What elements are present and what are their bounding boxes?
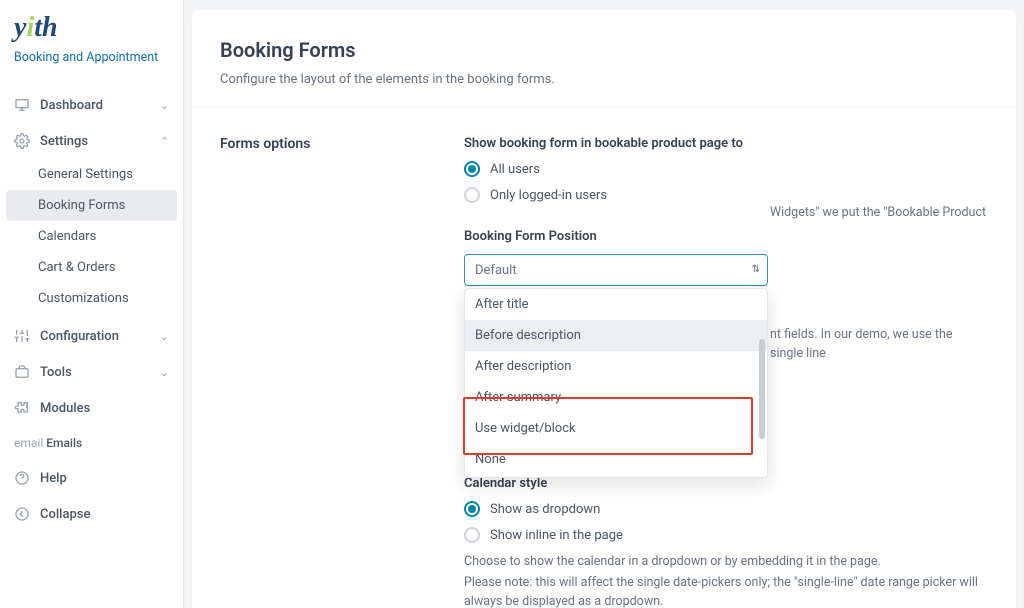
card-body: Forms options Show booking form in booka… xyxy=(192,108,1016,608)
field-calendar-style: Calendar style Show as dropdown Show inl… xyxy=(464,476,988,608)
position-select[interactable]: Default ⇅ After title Before description… xyxy=(464,254,768,286)
brand: yith Booking and Appointment xyxy=(0,14,183,79)
settings-subnav: General Settings Booking Forms Calendars… xyxy=(0,159,183,314)
sidebar: yith Booking and Appointment Dashboard ⌄… xyxy=(0,0,184,608)
monitor-icon xyxy=(14,97,30,113)
subnav-general-settings[interactable]: General Settings xyxy=(0,159,183,190)
select-box[interactable]: Default ⇅ xyxy=(464,254,768,286)
gear-icon xyxy=(14,133,30,149)
nav-dashboard[interactable]: Dashboard ⌄ xyxy=(0,87,183,123)
settings-card: Booking Forms Configure the layout of th… xyxy=(192,10,1016,608)
chevron-down-icon: ⌄ xyxy=(160,99,169,112)
nav: Dashboard ⌄ Settings ⌃ General Settings … xyxy=(0,87,183,532)
card-header: Booking Forms Configure the layout of th… xyxy=(192,10,1016,108)
nav-emails[interactable]: email Emails xyxy=(0,426,183,460)
section-title: Forms options xyxy=(220,136,440,152)
sliders-icon xyxy=(14,328,30,344)
dropdown-scrollbar[interactable] xyxy=(759,339,765,439)
subnav-calendars[interactable]: Calendars xyxy=(0,221,183,252)
field-show-form: Show booking form in bookable product pa… xyxy=(464,136,988,203)
subnav-customizations[interactable]: Customizations xyxy=(0,283,183,314)
nav-collapse[interactable]: Collapse xyxy=(0,496,183,532)
help-text-fragment: Widgets" we put the "Bookable Product xyxy=(770,204,986,223)
field-label: Show booking form in bookable product pa… xyxy=(464,136,988,151)
select-caret-icon: ⇅ xyxy=(752,265,760,275)
nav-help[interactable]: Help xyxy=(0,460,183,496)
radio-show-inline[interactable]: Show inline in the page xyxy=(464,527,988,543)
help-icon xyxy=(14,470,30,486)
radio-all-users[interactable]: All users xyxy=(464,161,988,177)
radio-icon xyxy=(464,187,480,203)
brand-logo: yith xyxy=(14,14,169,42)
nav-modules[interactable]: Modules xyxy=(0,390,183,426)
subnav-cart-orders[interactable]: Cart & Orders xyxy=(0,252,183,283)
main: Booking Forms Configure the layout of th… xyxy=(184,0,1024,608)
field-position: Booking Form Position Default ⇅ After ti… xyxy=(464,229,988,286)
nav-tools[interactable]: Tools ⌄ xyxy=(0,354,183,390)
brand-subtitle: Booking and Appointment xyxy=(14,50,169,65)
radio-show-dropdown[interactable]: Show as dropdown xyxy=(464,501,988,517)
page-title: Booking Forms xyxy=(220,38,988,62)
nav-settings[interactable]: Settings ⌃ xyxy=(0,123,183,159)
page-description: Configure the layout of the elements in … xyxy=(220,72,988,87)
field-label: Calendar style xyxy=(464,476,988,491)
dd-use-widget[interactable]: Use widget/block xyxy=(465,413,767,444)
briefcase-icon xyxy=(14,364,30,380)
form-column: Show booking form in bookable product pa… xyxy=(464,136,988,608)
subnav-booking-forms[interactable]: Booking Forms xyxy=(6,190,177,221)
field-label: Booking Form Position xyxy=(464,229,988,244)
dd-after-description[interactable]: After description xyxy=(465,351,767,382)
section-column: Forms options xyxy=(220,136,440,608)
dd-after-summary[interactable]: After summary xyxy=(465,382,767,413)
help-text: Choose to show the calendar in a dropdow… xyxy=(464,553,988,572)
radio-logged-users[interactable]: Only logged-in users xyxy=(464,187,988,203)
help-text: Please note: this will affect the single… xyxy=(464,574,988,608)
chevron-down-icon: ⌄ xyxy=(160,330,169,343)
dd-before-description[interactable]: Before description xyxy=(465,320,767,351)
radio-icon xyxy=(464,161,480,177)
chevron-up-icon: ⌃ xyxy=(160,135,169,148)
dd-none[interactable]: None xyxy=(465,444,767,475)
collapse-icon xyxy=(14,506,30,522)
dd-after-title[interactable]: After title xyxy=(465,289,767,320)
position-dropdown: After title Before description After des… xyxy=(464,288,768,478)
radio-icon xyxy=(464,527,480,543)
puzzle-icon xyxy=(14,400,30,416)
chevron-down-icon: ⌄ xyxy=(160,366,169,379)
radio-icon xyxy=(464,501,480,517)
help-text-fragment: nt fields. In our demo, we use the singl… xyxy=(770,326,988,364)
nav-configuration[interactable]: Configuration ⌄ xyxy=(0,318,183,354)
